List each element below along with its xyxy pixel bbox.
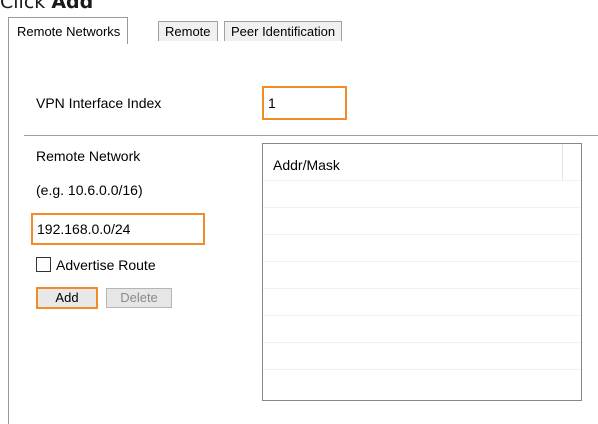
instruction-prefix: Click xyxy=(0,0,52,13)
column-header-filler xyxy=(563,144,581,180)
list-grid-line xyxy=(263,342,581,343)
advertise-route-checkbox[interactable] xyxy=(36,257,51,272)
instruction-text: Click Add xyxy=(0,0,93,13)
advertise-route-label: Advertise Route xyxy=(56,257,156,273)
tab-remote[interactable]: Remote xyxy=(158,21,218,41)
tab-strip: Remote Networks Remote Peer Identificati… xyxy=(0,15,598,59)
add-button[interactable]: Add xyxy=(36,287,98,309)
remote-network-input[interactable] xyxy=(31,213,205,245)
remote-network-label: Remote Network xyxy=(36,148,141,164)
instruction-action: Add xyxy=(51,0,94,13)
vpn-interface-index-label: VPN Interface Index xyxy=(36,95,162,111)
section-separator xyxy=(24,135,598,136)
remote-network-hint: (e.g. 10.6.0.0/16) xyxy=(36,182,143,198)
delete-button[interactable]: Delete xyxy=(106,288,172,308)
list-grid-line xyxy=(263,207,581,208)
tab-remote-networks[interactable]: Remote Networks xyxy=(8,17,129,44)
list-grid-line xyxy=(263,234,581,235)
list-grid-line xyxy=(263,180,581,181)
tab-peer-identification[interactable]: Peer Identification xyxy=(224,21,343,41)
vpn-interface-index-input[interactable] xyxy=(262,86,347,120)
column-header-addr-mask[interactable]: Addr/Mask xyxy=(263,144,563,180)
list-grid-line xyxy=(263,288,581,289)
list-grid-line xyxy=(263,369,581,370)
remote-network-list[interactable]: Addr/Mask xyxy=(262,143,582,401)
list-grid-line xyxy=(263,315,581,316)
list-grid-line xyxy=(263,261,581,262)
